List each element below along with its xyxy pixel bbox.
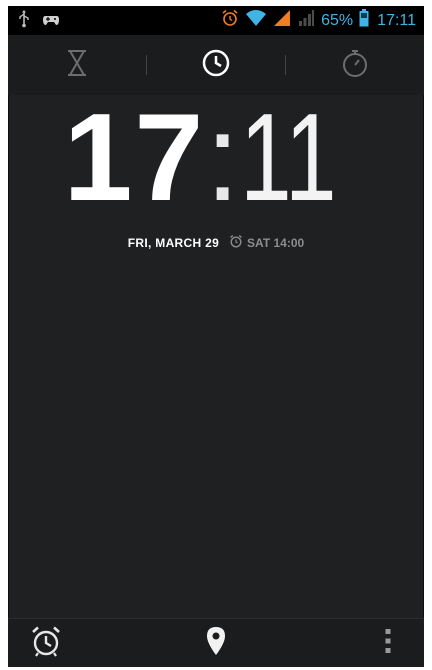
tab-bar: [8, 35, 424, 95]
alarm-icon: [229, 234, 243, 253]
alarm-icon: [221, 9, 239, 32]
bottom-action-bar: [8, 618, 424, 667]
date-line: FRI, MARCH 29 SAT 14:00: [8, 232, 424, 254]
clock-minutes: 11: [239, 89, 337, 227]
alarm-icon: [29, 624, 63, 663]
tab-stopwatch[interactable]: [286, 35, 424, 95]
clock-icon: [201, 48, 231, 83]
signal-orange-icon: [273, 9, 291, 32]
signal-gray-icon: [297, 9, 315, 32]
overflow-menu-icon: [384, 628, 392, 659]
status-time: 17:11: [377, 11, 416, 29]
current-date: FRI, MARCH 29: [127, 236, 220, 250]
clock-hours: 17: [63, 89, 206, 227]
tab-clock[interactable]: [147, 35, 285, 95]
next-alarm-text: SAT 14:00: [247, 236, 305, 250]
battery-icon: [359, 9, 369, 32]
status-bar: 65% 17:11: [8, 6, 424, 35]
tab-timer[interactable]: [8, 35, 146, 95]
usb-icon: [18, 10, 30, 33]
clock-app-screen: 65% 17:11 17:11 FRI, MARCH 29 SAT 14:00: [8, 6, 424, 667]
location-pin-icon: [205, 626, 227, 661]
next-alarm[interactable]: SAT 14:00: [229, 234, 304, 253]
game-controller-icon: [42, 13, 60, 31]
clock-separator: :: [205, 89, 240, 227]
stopwatch-icon: [340, 48, 370, 83]
alarms-button[interactable]: [16, 619, 76, 667]
overflow-menu-button[interactable]: [358, 619, 418, 667]
cities-button[interactable]: [186, 619, 246, 667]
digital-clock: 17:11: [8, 89, 424, 227]
hourglass-icon: [66, 49, 88, 82]
wifi-icon: [245, 9, 267, 32]
battery-percent: 65%: [321, 11, 354, 29]
